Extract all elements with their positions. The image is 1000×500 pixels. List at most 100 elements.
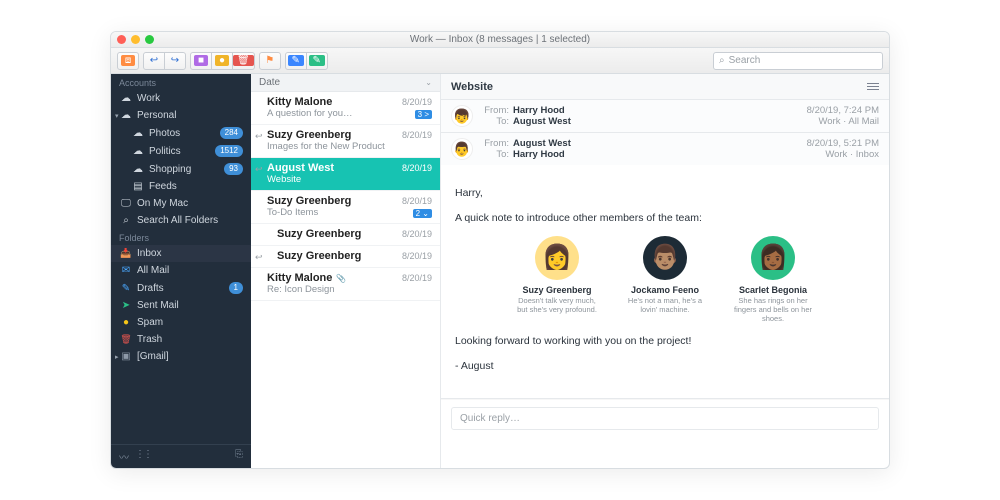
- message-date: 8/20/19: [402, 97, 432, 107]
- archive-button[interactable]: ⧈: [117, 52, 139, 70]
- sidebar-folder-inbox[interactable]: Inbox: [111, 245, 251, 262]
- reply-all-button[interactable]: ↪: [164, 52, 186, 70]
- search-icon: [719, 55, 725, 66]
- minimize-window-icon[interactable]: [131, 35, 140, 44]
- cloud-icon: [121, 93, 131, 104]
- sidebar-folder-trash[interactable]: Trash: [111, 331, 251, 348]
- zoom-window-icon[interactable]: [145, 35, 154, 44]
- cloud-icon: [133, 128, 143, 139]
- edit-icon: ✎: [288, 55, 304, 66]
- sidebar-item-label: Politics: [149, 146, 209, 157]
- yellow-icon: ●: [215, 55, 229, 66]
- activity-icon[interactable]: [119, 449, 129, 464]
- sidebar-item-search-all-folders[interactable]: Search All Folders: [111, 212, 251, 229]
- body-intro: A quick note to introduce other members …: [455, 211, 875, 226]
- member-avatar: 👩🏾: [751, 236, 795, 280]
- window-title: Work — Inbox (8 messages | 1 selected): [410, 34, 590, 45]
- thread-card[interactable]: 👦From:Harry HoodTo:August West8/20/19, 7…: [441, 100, 889, 133]
- sidebar-folder-drafts[interactable]: Drafts1: [111, 279, 251, 297]
- edit-button[interactable]: ✎: [285, 52, 307, 70]
- hamburger-icon[interactable]: [867, 81, 879, 92]
- message-row[interactable]: Kitty MaloneRe: Icon Design8/20/19: [251, 268, 440, 301]
- sidebar-item-politics[interactable]: Politics 1512: [111, 142, 251, 160]
- from-to-block: From:Harry HoodTo:August West: [481, 105, 571, 127]
- compose-button[interactable]: ✎: [306, 52, 328, 70]
- folder-icon: [121, 351, 131, 362]
- sidebar-item-work[interactable]: Work: [111, 90, 251, 107]
- close-window-icon[interactable]: [117, 35, 126, 44]
- reader-subject: Website: [451, 81, 493, 93]
- disclosure-icon[interactable]: ▸: [115, 353, 119, 361]
- message-subject: Re: Icon Design: [267, 284, 432, 295]
- message-row[interactable]: August WestWebsite8/20/19: [251, 158, 440, 191]
- sidebar-item-photos[interactable]: Photos284: [111, 124, 251, 142]
- flag-icon: ⚑: [265, 55, 274, 66]
- count-badge: 1512: [215, 145, 243, 157]
- purple-button[interactable]: ■: [190, 52, 212, 70]
- sidebar-item-label: Trash: [137, 334, 243, 345]
- search-field[interactable]: Search: [713, 52, 883, 70]
- sidebar-item-label: Personal: [137, 110, 243, 121]
- message-list: Date Kitty MaloneA question for you…8/20…: [251, 74, 441, 468]
- sidebar-item-label: Feeds: [149, 181, 243, 192]
- message-row[interactable]: Kitty MaloneA question for you…8/20/193 …: [251, 92, 440, 125]
- sidebar-item-label: Photos: [149, 128, 214, 139]
- main-area: Accounts Work▾PersonalPhotos284Politics1…: [111, 74, 889, 468]
- purple-icon: ■: [194, 55, 208, 66]
- sidebar-folder-sent-mail[interactable]: Sent Mail: [111, 297, 251, 314]
- message-row[interactable]: Suzy GreenbergImages for the New Product…: [251, 125, 440, 158]
- yellow-button[interactable]: ●: [211, 52, 233, 70]
- sidebar: Accounts Work▾PersonalPhotos284Politics1…: [111, 74, 251, 468]
- cloud-icon: [121, 110, 131, 121]
- sidebar-folder--gmail-[interactable]: ▸[Gmail]: [111, 348, 251, 365]
- sidebar-item-on-my-mac[interactable]: On My Mac: [111, 195, 251, 212]
- attachment-icon: [336, 272, 346, 284]
- flag-button[interactable]: ⚑: [259, 52, 281, 70]
- message-row[interactable]: Suzy Greenberg8/20/19: [251, 224, 440, 246]
- grid-icon[interactable]: [135, 449, 151, 464]
- count-badge: 1: [229, 282, 243, 294]
- from-to-block: From:August WestTo:Harry Hood: [481, 138, 571, 160]
- reply-button[interactable]: ↩: [143, 52, 165, 70]
- titlebar: Work — Inbox (8 messages | 1 selected): [111, 32, 889, 48]
- sidebar-item-label: On My Mac: [137, 198, 243, 209]
- body-closing: Looking forward to working with you on t…: [455, 334, 875, 349]
- message-subject: Images for the New Product: [267, 141, 432, 152]
- delete-icon: 🗑: [233, 55, 254, 66]
- sidebar-item-feeds[interactable]: Feeds: [111, 178, 251, 195]
- message-tag[interactable]: 2 ⌄: [413, 209, 432, 218]
- team-member: 👩Suzy GreenbergDoesn't talk very much, b…: [512, 236, 602, 324]
- thread-card[interactable]: 👨From:August WestTo:Harry Hood8/20/19, 5…: [441, 133, 889, 399]
- message-date: 8/20/19: [402, 251, 432, 261]
- sidebar-section-folders: Folders: [111, 229, 251, 245]
- team-member: 👩🏾 Scarlet BegoniaShe has rings on her fi…: [728, 236, 818, 324]
- member-name: Scarlet Begonia: [728, 284, 818, 297]
- traffic-lights: [117, 35, 154, 44]
- sidebar-folder-all-mail[interactable]: All Mail: [111, 262, 251, 279]
- sidebar-item-personal[interactable]: ▾ Personal: [111, 107, 251, 124]
- body-signature: - August: [455, 359, 875, 374]
- delete-button[interactable]: 🗑: [232, 52, 255, 70]
- disclosure-icon[interactable]: ▾: [115, 112, 119, 120]
- sidebar-item-shopping[interactable]: Shopping93: [111, 160, 251, 178]
- export-icon[interactable]: [235, 449, 243, 464]
- message-date: 8/20/19: [402, 163, 432, 173]
- message-date: 8/20/19: [402, 273, 432, 283]
- message-row[interactable]: Suzy Greenberg8/20/19: [251, 246, 440, 268]
- thread-header: 👨From:August WestTo:Harry Hood8/20/19, 5…: [441, 133, 889, 165]
- reading-pane: Website 👦From:Harry HoodTo:August West8/…: [441, 74, 889, 468]
- member-name: Suzy Greenberg: [512, 284, 602, 297]
- sidebar-folder-spam[interactable]: Spam: [111, 314, 251, 331]
- thread-meta: 8/20/19, 5:21 PMWork · Inbox: [807, 138, 879, 160]
- team-member: 👨🏽Jockamo FeenoHe's not a man, he's a lo…: [620, 236, 710, 324]
- message-subject: To-Do Items: [267, 207, 432, 218]
- quick-reply-input[interactable]: Quick reply…: [451, 407, 879, 430]
- message-tag[interactable]: 3 >: [415, 110, 432, 119]
- cloud-icon: [133, 164, 143, 175]
- count-badge: 93: [224, 163, 243, 175]
- message-list-header[interactable]: Date: [251, 74, 440, 92]
- message-body: Harry,A quick note to introduce other me…: [441, 165, 889, 398]
- message-row[interactable]: Suzy GreenbergTo-Do Items8/20/192 ⌄: [251, 191, 440, 224]
- sidebar-bottom-bar: [111, 444, 251, 468]
- member-bio: She has rings on her fingers and bells o…: [728, 296, 818, 323]
